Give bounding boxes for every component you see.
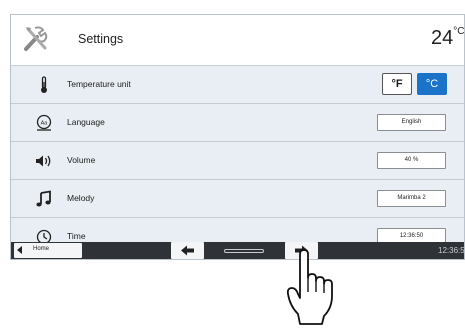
header: Settings 24°C	[11, 15, 465, 66]
speaker-icon	[36, 155, 51, 167]
settings-row-melody: Melody Marimba 2	[11, 180, 464, 218]
fahrenheit-button[interactable]: °F	[382, 73, 412, 95]
language-select[interactable]: English	[377, 114, 446, 131]
thermometer-icon	[41, 76, 47, 93]
setting-label: Time	[67, 231, 86, 241]
volume-select[interactable]: 40 %	[377, 152, 446, 169]
music-note-icon	[36, 190, 51, 207]
setting-label: Volume	[67, 155, 96, 165]
page-indicator	[224, 249, 264, 253]
celsius-button[interactable]: °C	[417, 73, 447, 95]
device-screen: Settings 24°C Temperature unit °F °C Aa …	[10, 14, 465, 260]
page-title: Settings	[78, 32, 124, 46]
svg-text:Aa: Aa	[41, 120, 49, 126]
clock-readout: 12:36:50	[438, 246, 465, 255]
previous-page-button[interactable]	[171, 242, 204, 259]
home-button-label: Home	[33, 246, 50, 252]
settings-row-temperature-unit: Temperature unit °F °C	[11, 66, 464, 104]
melody-select[interactable]: Marimba 2	[377, 190, 446, 207]
settings-row-language: Aa Language English	[11, 104, 464, 142]
temperature-readout: 24°C	[431, 26, 465, 49]
settings-row-volume: Volume 40 %	[11, 142, 464, 180]
setting-label: Language	[67, 117, 105, 127]
setting-label: Temperature unit	[67, 79, 131, 89]
pointing-hand-icon	[286, 249, 333, 325]
bottom-bar: Home 12:36:50	[11, 242, 465, 259]
home-button[interactable]: Home	[14, 243, 82, 258]
tools-icon	[24, 26, 48, 51]
setting-label: Melody	[67, 193, 95, 203]
language-icon: Aa	[36, 114, 52, 131]
arrow-left-icon	[181, 245, 194, 256]
arrow-left-icon	[17, 246, 22, 254]
